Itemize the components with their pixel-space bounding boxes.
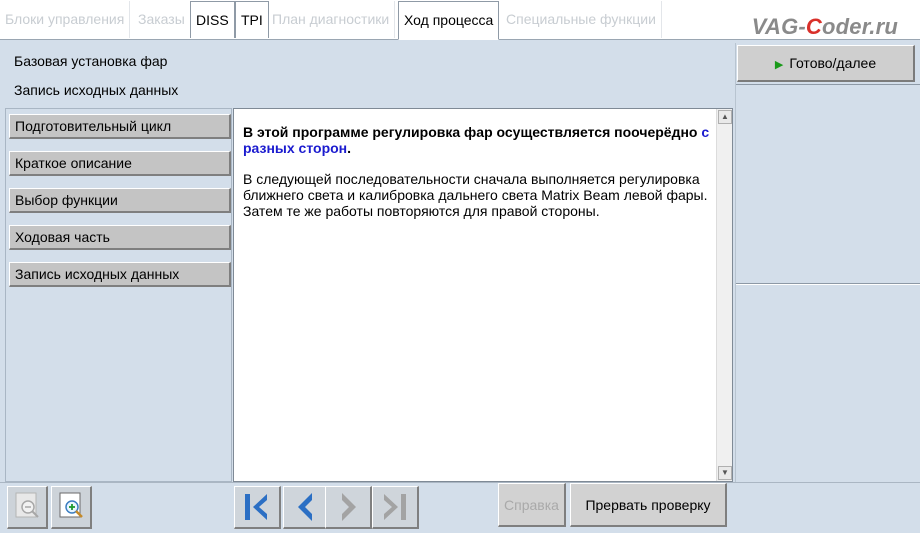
scroll-up-button[interactable]: ▲: [718, 110, 732, 124]
nav-item-record-initial-data[interactable]: Запись исходных данных: [9, 262, 231, 287]
instruction-paragraph-2: Затем те же работы повторяются для право…: [243, 203, 600, 219]
bottom-toolbar: Справка Прервать проверку: [0, 482, 920, 533]
instruction-text: В этой программе регулировка фар осущест…: [243, 124, 713, 219]
instruction-paragraph-1: В следующей последовательности сначала в…: [243, 171, 708, 219]
next-button[interactable]: [325, 486, 372, 529]
tab-control-units[interactable]: Блоки управления: [0, 1, 131, 38]
tab-orders[interactable]: Заказы: [133, 1, 191, 38]
done-next-button[interactable]: ▶ Готово/далее: [737, 45, 915, 82]
chevron-left-icon: [298, 493, 312, 521]
procedure-title: Базовая установка фар: [14, 53, 168, 69]
abort-test-button[interactable]: Прервать проверку: [570, 483, 727, 527]
tab-special-functions[interactable]: Специальные функции: [501, 1, 662, 38]
nav-item-function-selection[interactable]: Выбор функции: [9, 188, 231, 213]
procedure-step-title: Запись исходных данных: [14, 82, 179, 98]
divider: [736, 84, 920, 85]
nav-item-chassis[interactable]: Ходовая часть: [9, 225, 231, 250]
play-icon: ▶: [774, 59, 784, 71]
help-button[interactable]: Справка: [498, 483, 566, 527]
site-watermark: VAG-Coder.ru: [751, 14, 898, 39]
last-page-button[interactable]: [372, 486, 419, 529]
scroll-down-button[interactable]: ▼: [718, 466, 732, 480]
tab-tpi[interactable]: TPI: [235, 1, 269, 38]
tab-diss[interactable]: DISS: [190, 1, 235, 38]
instruction-heading: В этой программе регулировка фар осущест…: [243, 124, 710, 156]
nav-item-preparation-cycle[interactable]: Подготовительный цикл: [9, 114, 231, 139]
tab-diagnostic-plan[interactable]: План диагностики: [267, 1, 396, 38]
skip-first-icon: [245, 494, 267, 520]
procedure-header: Базовая установка фар Запись исходных да…: [5, 43, 733, 106]
tab-bar: Блоки управления Заказы DISS TPI План ди…: [0, 0, 920, 40]
previous-button[interactable]: [283, 486, 330, 529]
zoom-out-button[interactable]: [7, 486, 48, 529]
content-scrollbar[interactable]: ▲ ▼: [716, 109, 732, 481]
action-panel: ▶ Готово/далее: [735, 43, 920, 482]
chevron-right-icon: [342, 493, 356, 521]
zoom-out-icon: [15, 492, 39, 518]
instruction-panel: В этой программе регулировка фар осущест…: [233, 108, 733, 482]
skip-last-icon: [384, 494, 406, 520]
step-navigation: Подготовительный цикл Краткое описание В…: [5, 108, 232, 482]
zoom-in-icon: [59, 492, 83, 518]
first-page-button[interactable]: [234, 486, 281, 529]
nav-item-short-description[interactable]: Краткое описание: [9, 151, 231, 176]
tab-process-progress[interactable]: Ход процесса: [398, 1, 500, 40]
divider: [736, 284, 920, 285]
zoom-in-button[interactable]: [51, 486, 92, 529]
